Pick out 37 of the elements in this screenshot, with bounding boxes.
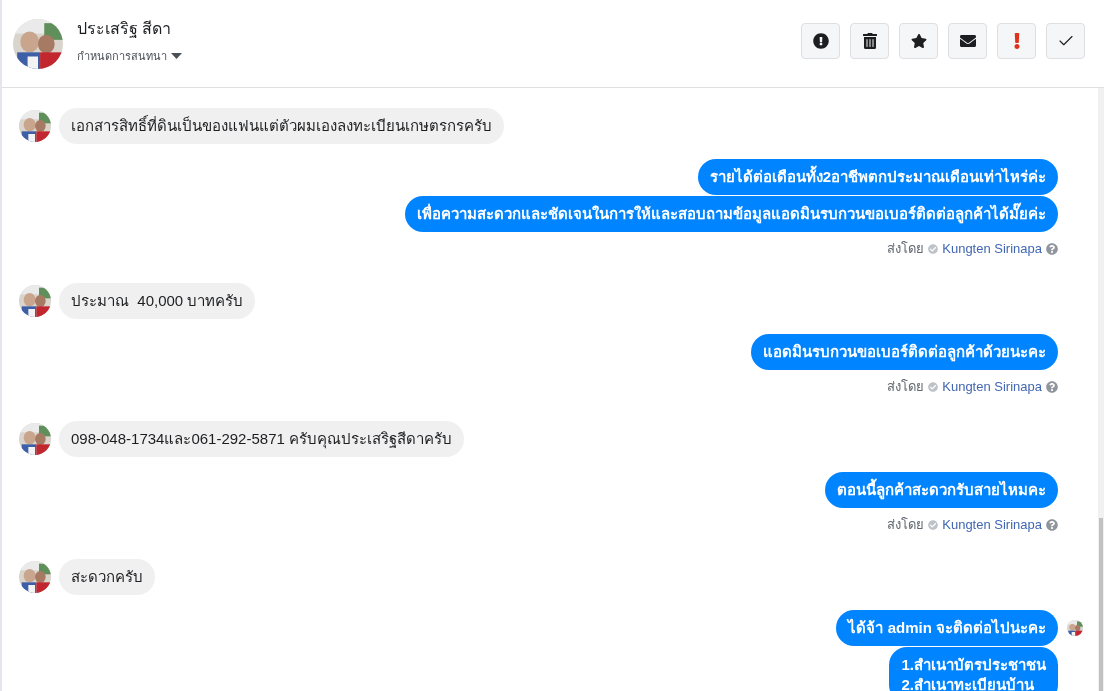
- exclamation-button[interactable]: [997, 22, 1036, 59]
- alert-icon: [812, 32, 829, 49]
- conversation-menu[interactable]: กำหนดการสนทนา: [77, 47, 787, 65]
- alert-button[interactable]: [801, 22, 840, 59]
- sent-message: 1.สำเนาบัตรประชาชน 2.สำเนาทะเบียนบ้าน: [889, 647, 1058, 691]
- avatar: [19, 423, 51, 455]
- star-icon: [910, 32, 927, 49]
- received-message: 098-048-1734และ061-292-5871 ครับคุณประเสริฐสีดาครับ: [59, 421, 464, 457]
- avatar: [19, 285, 51, 317]
- sent-by-label: ส่งโดย: [887, 516, 925, 534]
- avatar: [13, 18, 63, 69]
- trash-button[interactable]: [850, 22, 889, 59]
- sender-link[interactable]: Kungten Sirinapa: [942, 517, 1042, 532]
- help-icon[interactable]: [1046, 518, 1058, 531]
- sender-link[interactable]: Kungten Sirinapa: [942, 241, 1042, 256]
- caret-icon: [171, 53, 182, 59]
- sent-by-label: ส่งโดย: [887, 378, 925, 396]
- envelope-icon: [959, 32, 976, 49]
- help-icon[interactable]: [1046, 380, 1058, 393]
- sent-message: รายได้ต่อเดือนทั้ง2อาชีพตกประมาณเดือนเท่าไหร่ค่ะ: [697, 159, 1058, 195]
- sent-message: ได้จ้า admin จะติดต่อไปนะคะ: [836, 610, 1058, 646]
- sent-message: แอดมินรบกวนขอเบอร์ติดต่อลูกค้าด้วยนะคะ: [751, 334, 1058, 370]
- sent-message: เพื่อความสะดวกและชัดเจนในการให้และสอบถามข้อมูลแอดมินรบกวนขอเบอร์ติดต่อลูกค้าได้มั๊ยค่ะ: [405, 196, 1058, 232]
- envelope-button[interactable]: [948, 22, 987, 59]
- star-button[interactable]: [899, 22, 938, 59]
- avatar: [19, 110, 51, 142]
- help-icon[interactable]: [1046, 242, 1058, 255]
- check-button[interactable]: [1046, 22, 1085, 59]
- avatar: [19, 561, 51, 593]
- received-message: สะดวกครับ: [59, 559, 155, 595]
- contact-name: ประเสริฐ สีดา: [77, 19, 173, 40]
- trash-icon: [861, 32, 878, 49]
- sent-message: ตอนนี้ลูกค้าสะดวกรับสายไหมคะ: [825, 472, 1058, 508]
- sent-by-label: ส่งโดย: [887, 240, 925, 258]
- received-message: ประมาณ 40,000 บาทครับ: [59, 283, 256, 319]
- received-message: เอกสารสิทธิ์ที่ดินเป็นของแฟนแต่ตัวผมเองลงทะเบียนเกษตรกรครับ: [59, 108, 504, 144]
- sender-link[interactable]: Kungten Sirinapa: [942, 379, 1042, 394]
